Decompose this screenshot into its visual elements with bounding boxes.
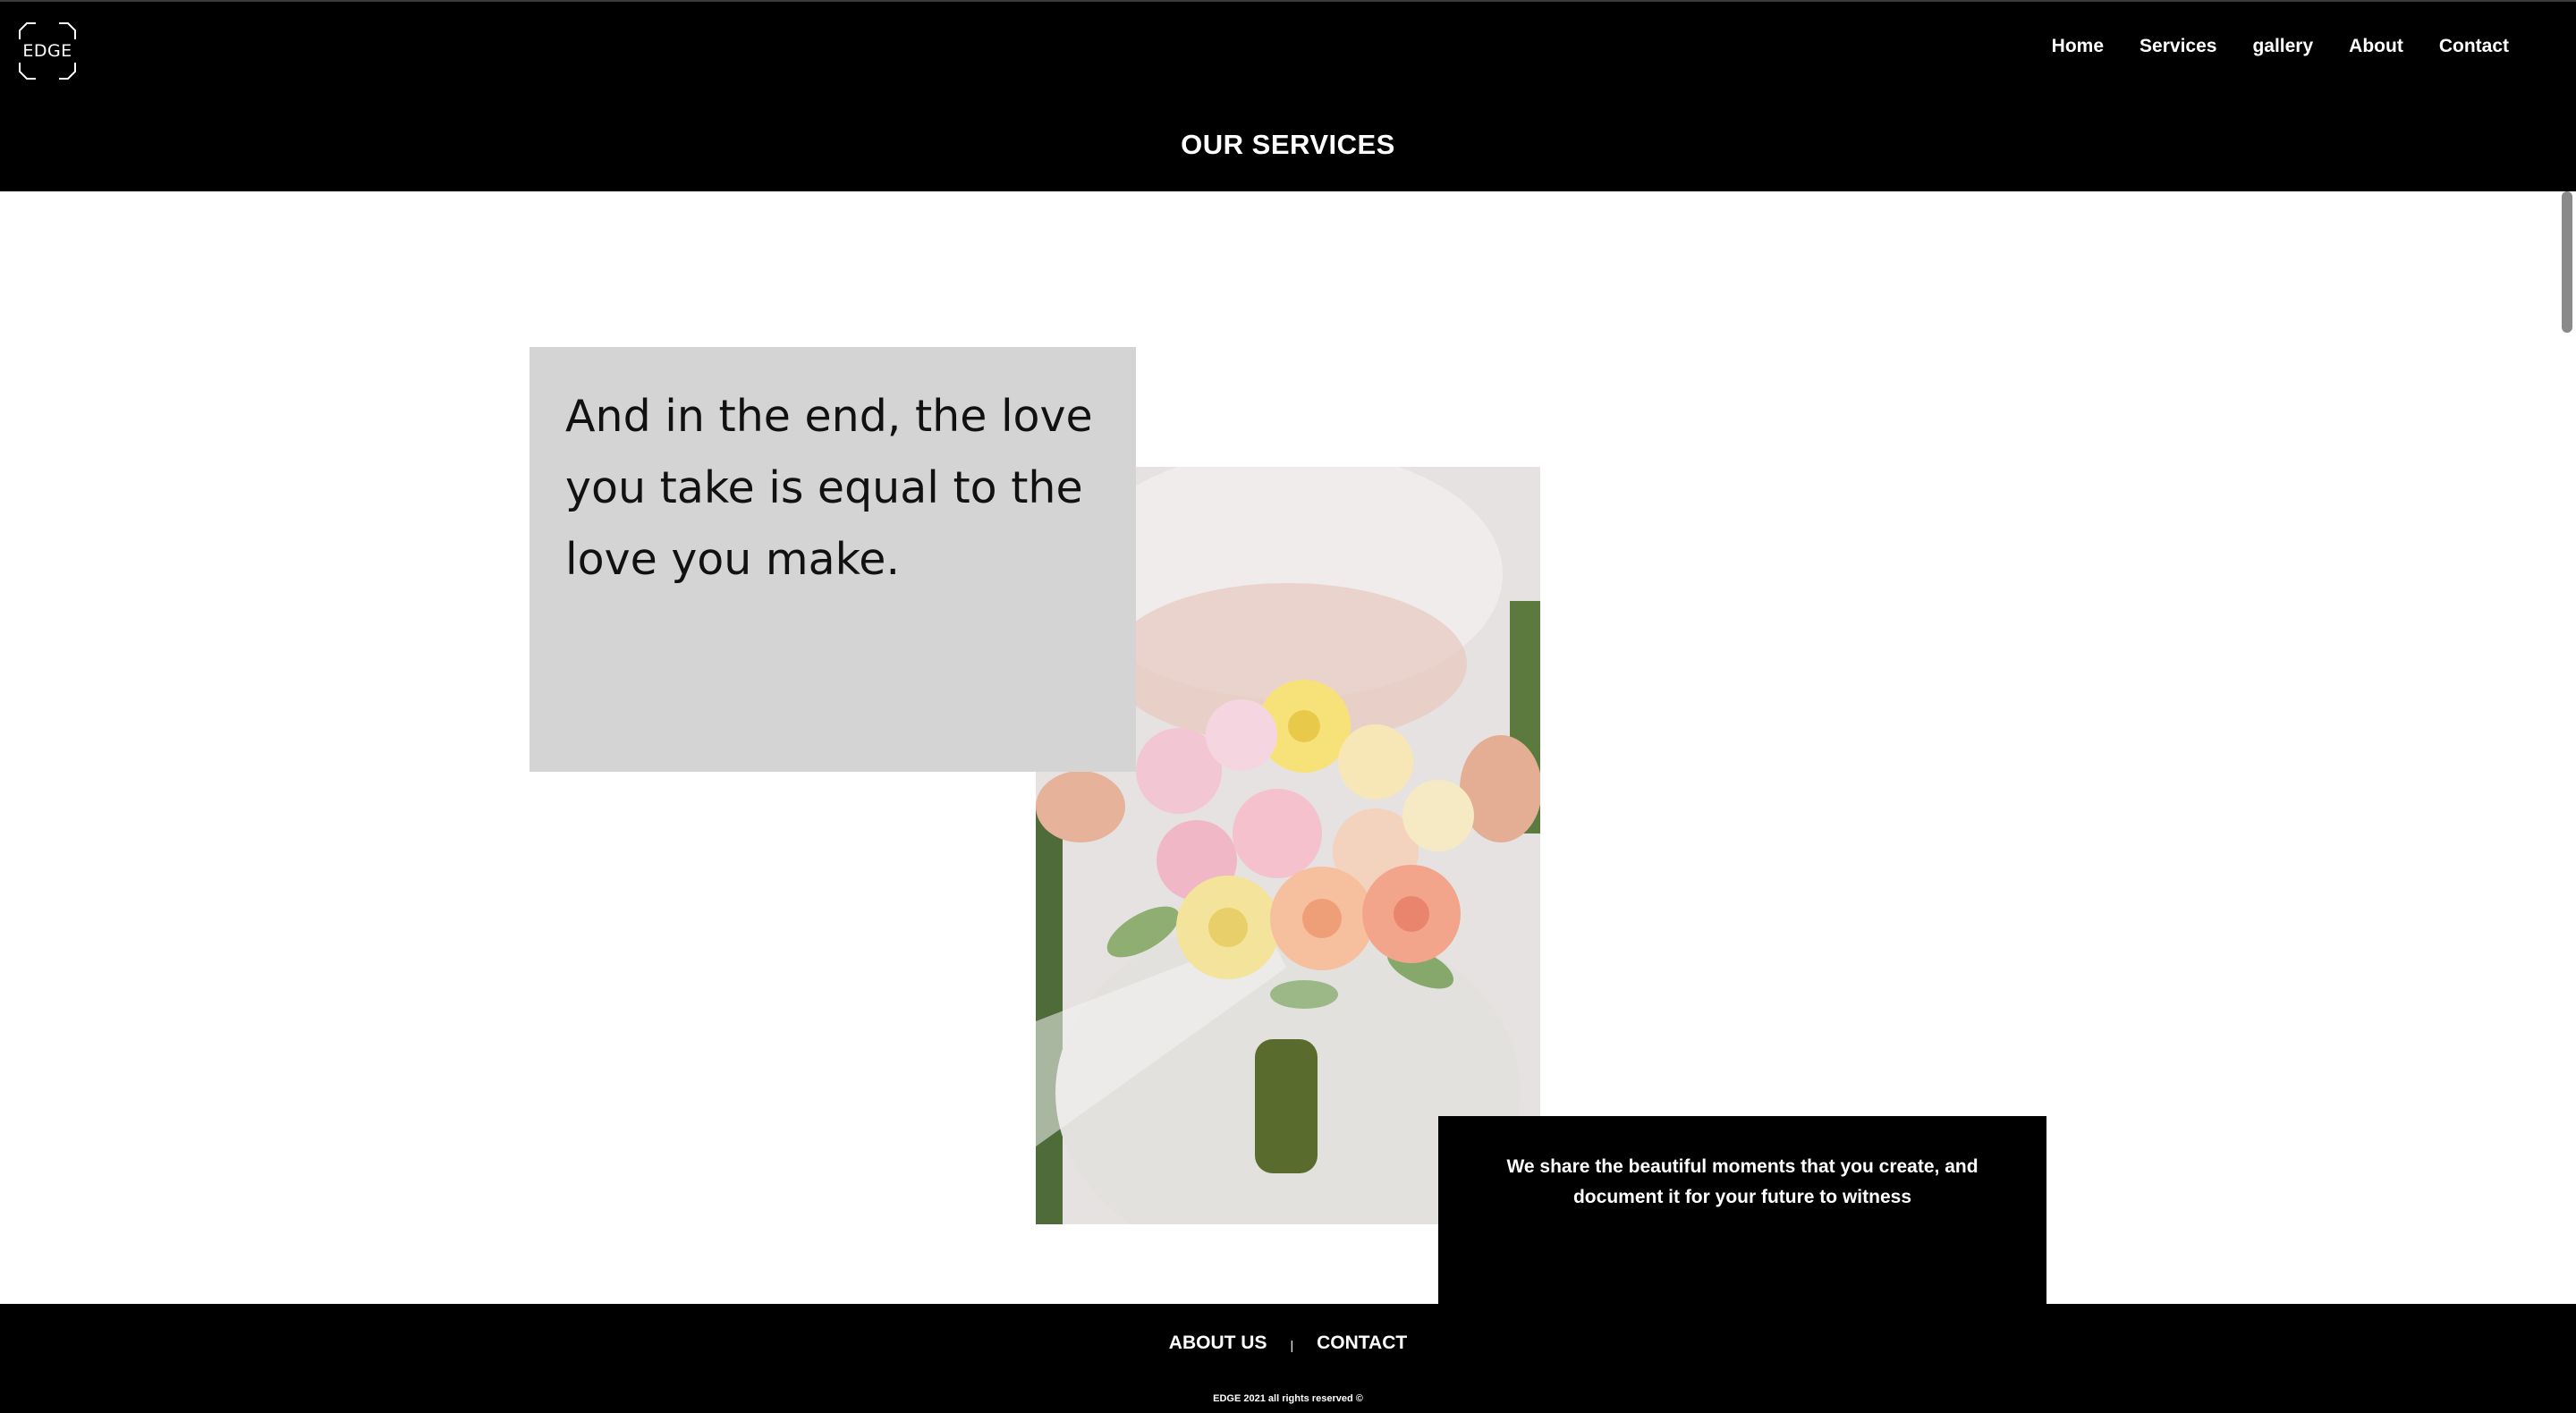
footer-separator: |: [1290, 1338, 1294, 1352]
scrollbar-thumb[interactable]: [2562, 191, 2572, 333]
message-text: We share the beautiful moments that you …: [1506, 1156, 1979, 1207]
copyright-text: EDGE 2021 all rights reserved ©: [1213, 1393, 1363, 1404]
site-footer: ABOUT US | CONTACT EDGE 2021 all rights …: [0, 1304, 2576, 1413]
scrollbar-track[interactable]: [2556, 191, 2576, 1304]
quote-text: And in the end, the love you take is equ…: [565, 391, 1093, 585]
nav-gallery[interactable]: gallery: [2252, 36, 2313, 57]
footer-contact-link[interactable]: CONTACT: [1317, 1333, 1407, 1354]
page-title: OUR SERVICES: [1181, 129, 1395, 160]
logo[interactable]: EDGE: [18, 21, 77, 80]
nav-contact[interactable]: Contact: [2439, 36, 2509, 57]
quote-card: And in the end, the love you take is equ…: [530, 347, 1136, 772]
logo-text: EDGE: [22, 41, 72, 61]
nav-home[interactable]: Home: [2052, 36, 2104, 57]
nav-services[interactable]: Services: [2140, 36, 2216, 57]
footer-links: ABOUT US | CONTACT: [0, 1333, 2576, 1354]
main-nav: Home Services gallery About Contact: [2052, 36, 2509, 57]
nav-about[interactable]: About: [2349, 36, 2403, 57]
message-card: We share the beautiful moments that you …: [1438, 1116, 2046, 1304]
site-header: EDGE Home Services gallery About Contact…: [0, 0, 2576, 191]
footer-about-link[interactable]: ABOUT US: [1169, 1333, 1267, 1354]
